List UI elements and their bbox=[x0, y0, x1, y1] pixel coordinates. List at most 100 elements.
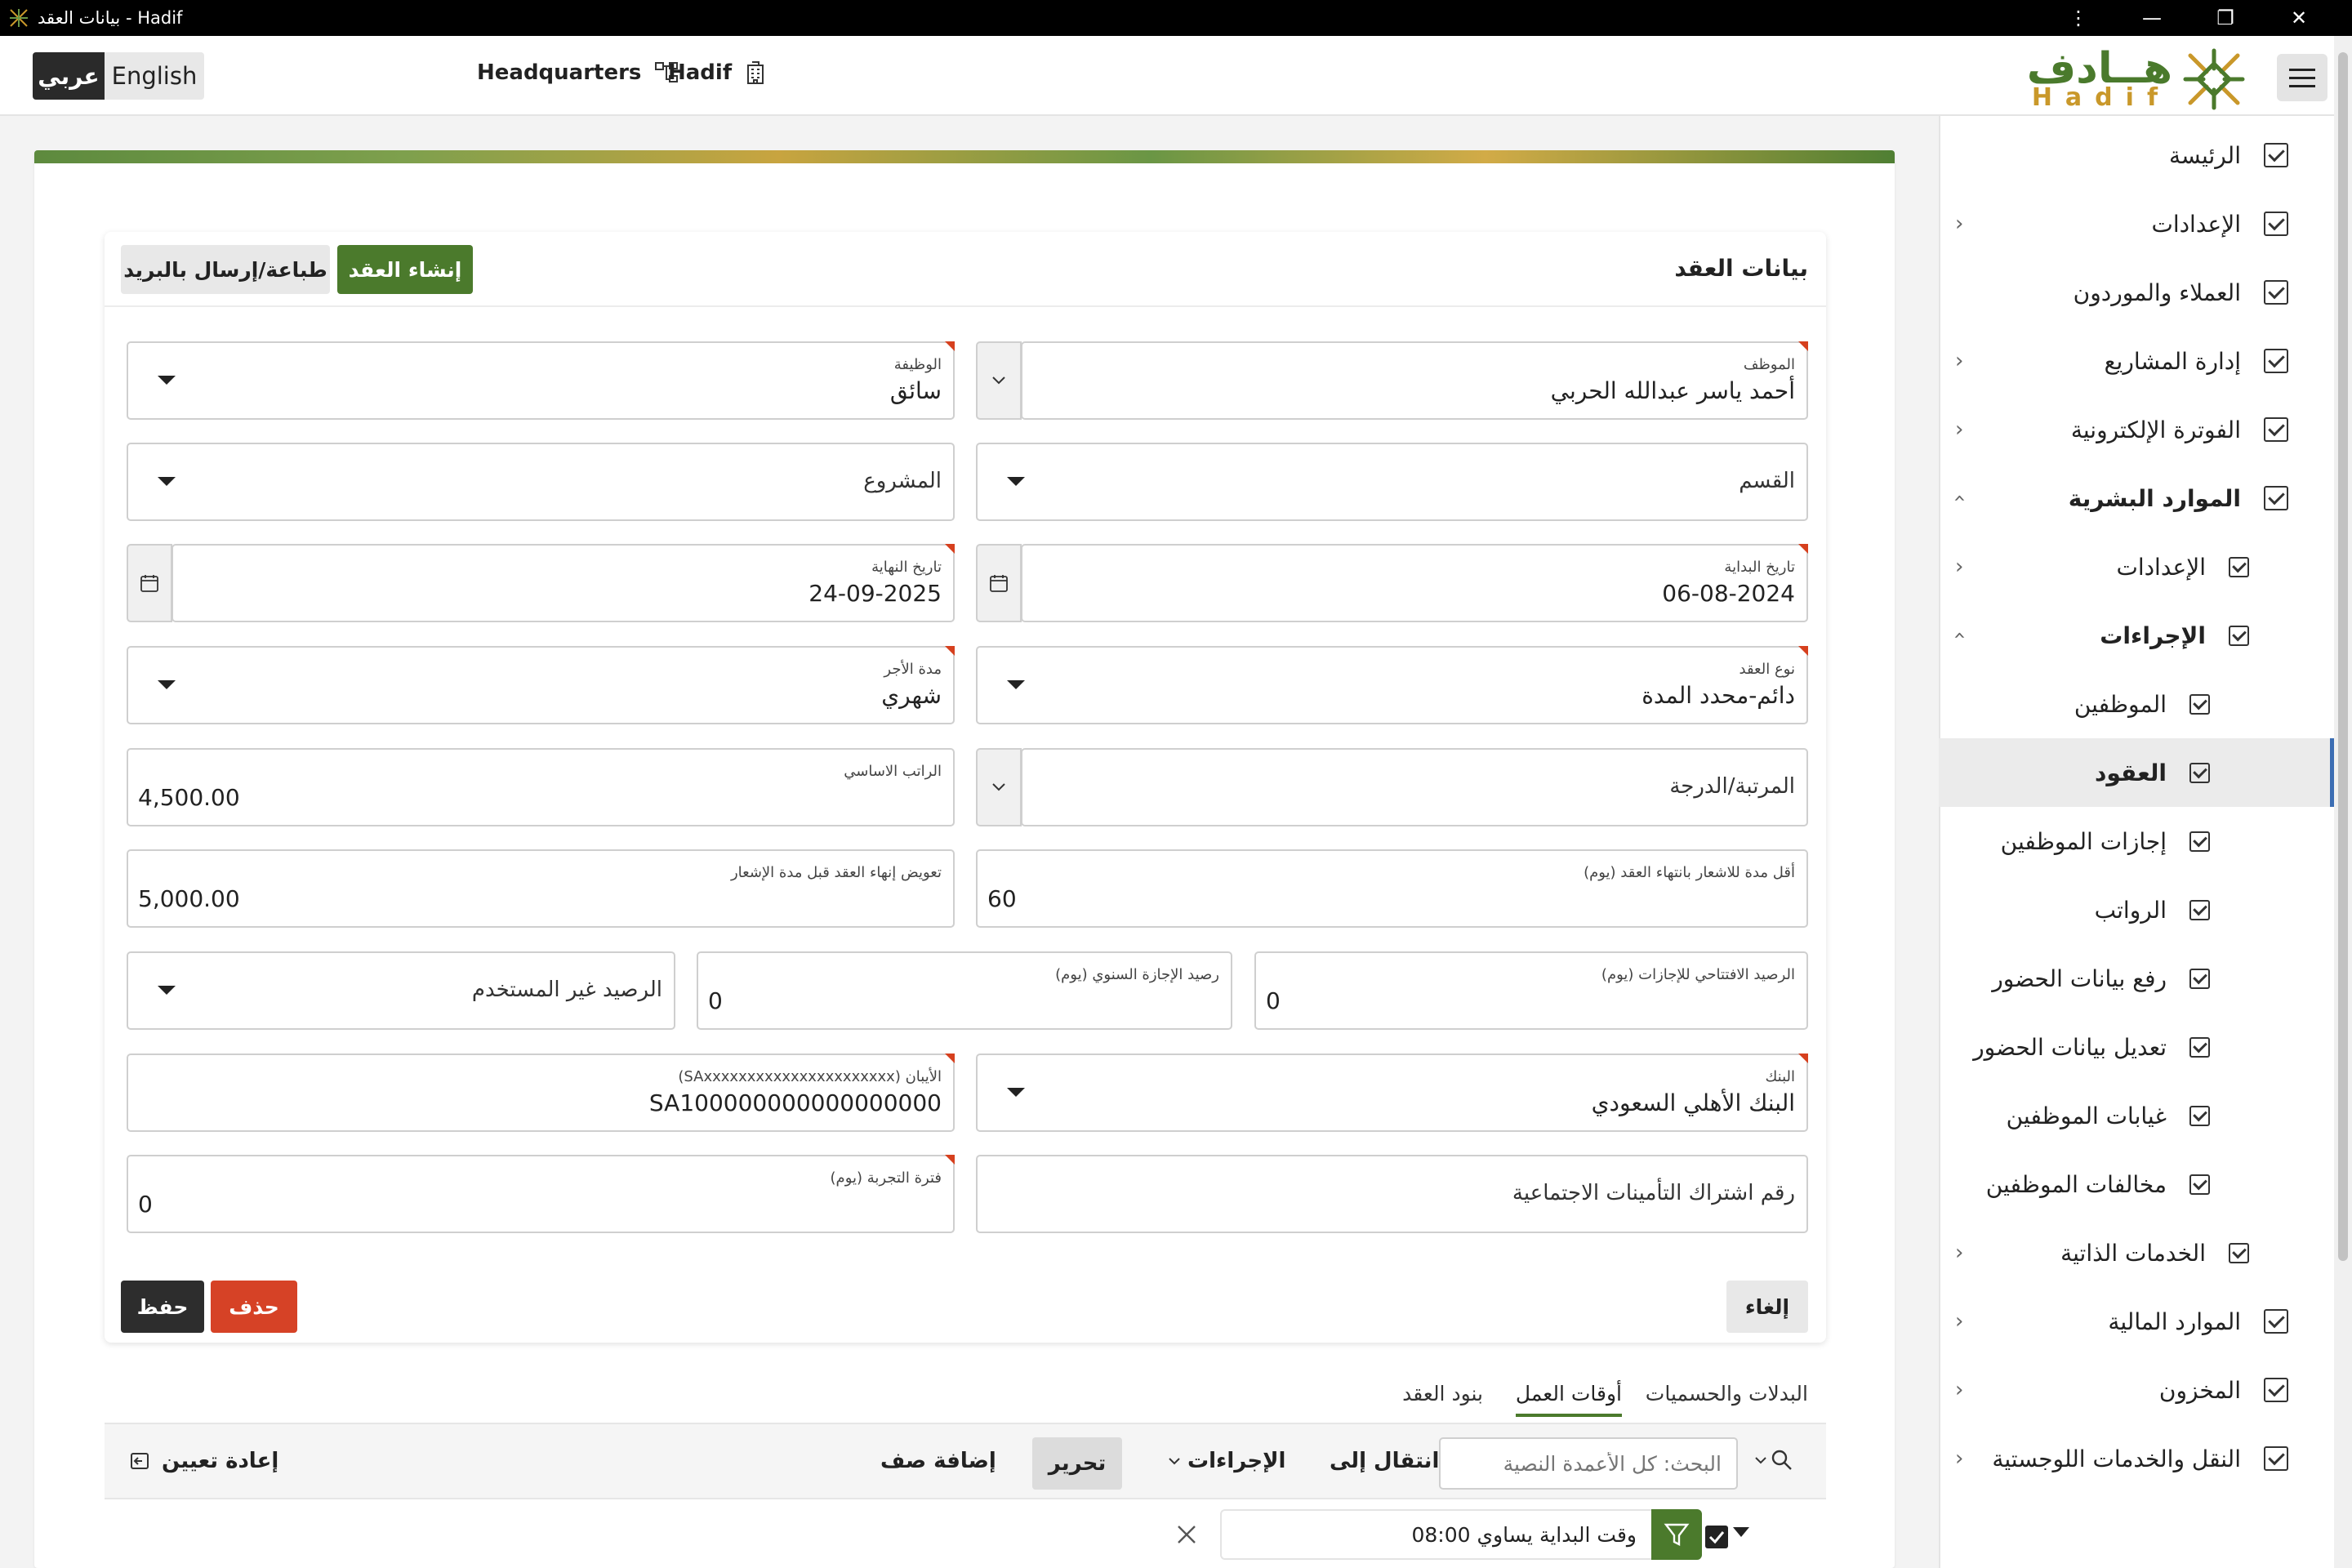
checkbox-icon bbox=[2264, 1378, 2288, 1402]
chevron-down-icon bbox=[992, 783, 1005, 791]
organization-label: Hadif bbox=[668, 60, 733, 85]
annual-leave-balance-field[interactable]: رصيد الإجازة السنوي (يوم) 0 bbox=[697, 951, 1232, 1030]
search-icon bbox=[1771, 1450, 1792, 1470]
probation-period-field[interactable]: فترة التجربة (يوم) 0 bbox=[127, 1155, 955, 1233]
unused-balance-select[interactable]: الرصيد غير المستخدم bbox=[127, 951, 675, 1030]
print-email-button[interactable]: طباعة/إرسال بالبريد bbox=[121, 245, 330, 294]
sidebar-item-employees[interactable]: الموظفين bbox=[1939, 670, 2334, 738]
sidebar-item-hr-procedures[interactable]: الإجراءات ‹ bbox=[1939, 601, 2334, 670]
notice-period-field[interactable]: أقل مدة للاشعار بانتهاء العقد (يوم) 60 bbox=[976, 849, 1808, 928]
sidebar-item-e-invoicing[interactable]: الفوترة الإلكترونية ‹ bbox=[1939, 395, 2334, 464]
sidebar-item-absences[interactable]: غيابات الموظفين bbox=[1939, 1081, 2334, 1150]
employee-lov-button[interactable] bbox=[976, 341, 1022, 420]
end-date-picker-button[interactable] bbox=[127, 544, 172, 622]
sidebar-item-hr-settings[interactable]: الإعدادات ‹ bbox=[1939, 532, 2334, 601]
gosi-number-field[interactable]: رقم اشتراك التأمينات الاجتماعية bbox=[976, 1155, 1808, 1233]
start-date-picker-button[interactable] bbox=[976, 544, 1022, 622]
grid-search-input[interactable] bbox=[1441, 1439, 1736, 1488]
sidebar-item-edit-attendance[interactable]: تعديل بيانات الحضور bbox=[1939, 1013, 2334, 1081]
goto-menu[interactable]: انتقال إلى bbox=[1330, 1449, 1439, 1473]
end-date-field[interactable]: تاريخ النهاية 24-09-2025 bbox=[172, 544, 955, 622]
tab-working-hours[interactable]: أوقات العمل bbox=[1515, 1382, 1622, 1417]
sidebar-item-employee-leaves[interactable]: إجازات الموظفين bbox=[1939, 807, 2334, 875]
project-select[interactable]: المشروع bbox=[127, 443, 955, 521]
caret-down-icon[interactable] bbox=[1731, 1526, 1751, 1539]
save-button[interactable]: حفظ bbox=[121, 1281, 204, 1333]
checkbox-icon bbox=[2189, 968, 2210, 989]
add-row-button[interactable]: إضافة صف bbox=[880, 1449, 996, 1473]
grid-search-box[interactable] bbox=[1439, 1437, 1738, 1490]
window-menu-button[interactable]: ⋮ bbox=[2042, 7, 2115, 29]
sidebar-item-hr[interactable]: الموارد البشرية ‹ bbox=[1939, 464, 2334, 532]
chevron-down-icon bbox=[1169, 1458, 1180, 1465]
checkbox-icon bbox=[2189, 899, 2210, 920]
lang-arabic-button[interactable]: عربي bbox=[33, 52, 105, 100]
chevron-left-icon: ‹ bbox=[1955, 1378, 1964, 1402]
grade-lov-button[interactable] bbox=[976, 748, 1022, 826]
sidebar-item-customers-suppliers[interactable]: العملاء والموردون bbox=[1939, 258, 2334, 327]
sidebar-item-inventory[interactable]: المخزون ‹ bbox=[1939, 1356, 2334, 1424]
checkbox-icon bbox=[2189, 831, 2210, 852]
reset-icon bbox=[131, 1453, 149, 1469]
pay-period-select[interactable]: مدة الأجر شهري bbox=[127, 646, 955, 724]
window-title: بيانات العقد - Hadif bbox=[38, 8, 183, 28]
termination-compensation-field[interactable]: تعويض إنهاء العقد قبل مدة الإشعار 5,000.… bbox=[127, 849, 955, 928]
cancel-button[interactable]: إلغاء bbox=[1726, 1281, 1808, 1333]
remove-filter-icon[interactable] bbox=[1176, 1524, 1197, 1545]
bank-select[interactable]: البنك البنك الأهلي السعودي bbox=[976, 1054, 1808, 1132]
contract-type-select[interactable]: نوع العقد دائم-محدد المدة bbox=[976, 646, 1808, 724]
lang-english-button[interactable]: English bbox=[105, 52, 204, 100]
sidebar-item-violations[interactable]: مخالفات الموظفين bbox=[1939, 1150, 2334, 1218]
filter-chip[interactable]: وقت البداية يساوي 08:00 bbox=[1220, 1509, 1702, 1560]
edit-button[interactable]: تحرير bbox=[1032, 1437, 1122, 1490]
filter-button[interactable] bbox=[1651, 1509, 1702, 1560]
window-close-button[interactable]: ✕ bbox=[2262, 7, 2336, 29]
sidebar-item-finance[interactable]: الموارد المالية ‹ bbox=[1939, 1287, 2334, 1356]
department-select[interactable]: القسم bbox=[976, 443, 1808, 521]
sidebar-item-contracts[interactable]: العقود bbox=[1939, 738, 2334, 807]
organization-selector[interactable]: Hadif bbox=[668, 60, 766, 85]
create-contract-button[interactable]: إنشاء العقد bbox=[337, 245, 473, 294]
page-scrollbar[interactable] bbox=[2334, 36, 2352, 1568]
job-select[interactable]: الوظيفة سائق bbox=[127, 341, 955, 420]
calendar-icon bbox=[140, 575, 158, 592]
start-date-field[interactable]: تاريخ البداية 06-08-2024 bbox=[1021, 544, 1808, 622]
sidebar-item-self-services[interactable]: الخدمات الذاتية ‹ bbox=[1939, 1218, 2334, 1287]
sidebar-item-projects[interactable]: إدارة المشاريع ‹ bbox=[1939, 327, 2334, 395]
sidebar-item-logistics[interactable]: النقل والخدمات اللوجستية ‹ bbox=[1939, 1424, 2334, 1493]
employee-field[interactable]: الموظف أحمد ياسر عبدالله الحربي bbox=[1021, 341, 1808, 420]
basic-salary-field[interactable]: الراتب الاساسي 4,500.00 bbox=[127, 748, 955, 826]
logo-mark-icon bbox=[2183, 48, 2245, 110]
search-options-button[interactable] bbox=[1754, 1449, 1793, 1472]
scrollbar-thumb[interactable] bbox=[2338, 52, 2348, 1261]
sidebar-item-upload-attendance[interactable]: رفع بيانات الحضور bbox=[1939, 944, 2334, 1013]
app-header: عربي English Headquarters Hadif هــادف H… bbox=[0, 36, 2352, 116]
sidebar-item-payroll[interactable]: الرواتب bbox=[1939, 875, 2334, 944]
calendar-icon bbox=[990, 575, 1008, 592]
checkbox-icon bbox=[2264, 143, 2288, 167]
caret-down-icon bbox=[1007, 477, 1025, 486]
hamburger-icon bbox=[2289, 68, 2315, 71]
headquarters-selector[interactable]: Headquarters bbox=[477, 60, 679, 85]
reset-button[interactable]: إعادة تعيين bbox=[129, 1449, 278, 1473]
delete-button[interactable]: حذف bbox=[211, 1281, 297, 1333]
checkbox-icon bbox=[2189, 1105, 2210, 1126]
checkbox-icon bbox=[2229, 1242, 2249, 1263]
actions-menu[interactable]: الإجراءات bbox=[1168, 1449, 1285, 1473]
tab-contract-terms[interactable]: بنود العقد bbox=[1402, 1382, 1483, 1405]
opening-leave-balance-field[interactable]: الرصيد الافتتاحي للإجازات (يوم) 0 bbox=[1254, 951, 1808, 1030]
sidebar-item-home[interactable]: الرئيسة bbox=[1939, 121, 2334, 189]
filter-enabled-checkbox[interactable] bbox=[1705, 1526, 1728, 1548]
grade-field[interactable]: المرتبة/الدرجة bbox=[1021, 748, 1808, 826]
iban-field[interactable]: الأيبان (SAxxxxxxxxxxxxxxxxxxxxxx) SA100… bbox=[127, 1054, 955, 1132]
sidebar-item-settings[interactable]: الإعدادات ‹ bbox=[1939, 189, 2334, 258]
filter-row: وقت البداية يساوي 08:00 bbox=[105, 1499, 1826, 1568]
checkbox-icon bbox=[2229, 556, 2249, 577]
menu-toggle-button[interactable] bbox=[2277, 54, 2328, 101]
tab-allowances-deductions[interactable]: البدلات والحسميات bbox=[1646, 1382, 1808, 1405]
window-minimize-button[interactable]: — bbox=[2115, 7, 2189, 29]
checkbox-icon bbox=[2189, 1174, 2210, 1195]
window-maximize-button[interactable]: ❐ bbox=[2189, 7, 2262, 29]
caret-down-icon bbox=[1007, 680, 1025, 689]
chevron-left-icon: ‹ bbox=[1955, 1446, 1964, 1471]
